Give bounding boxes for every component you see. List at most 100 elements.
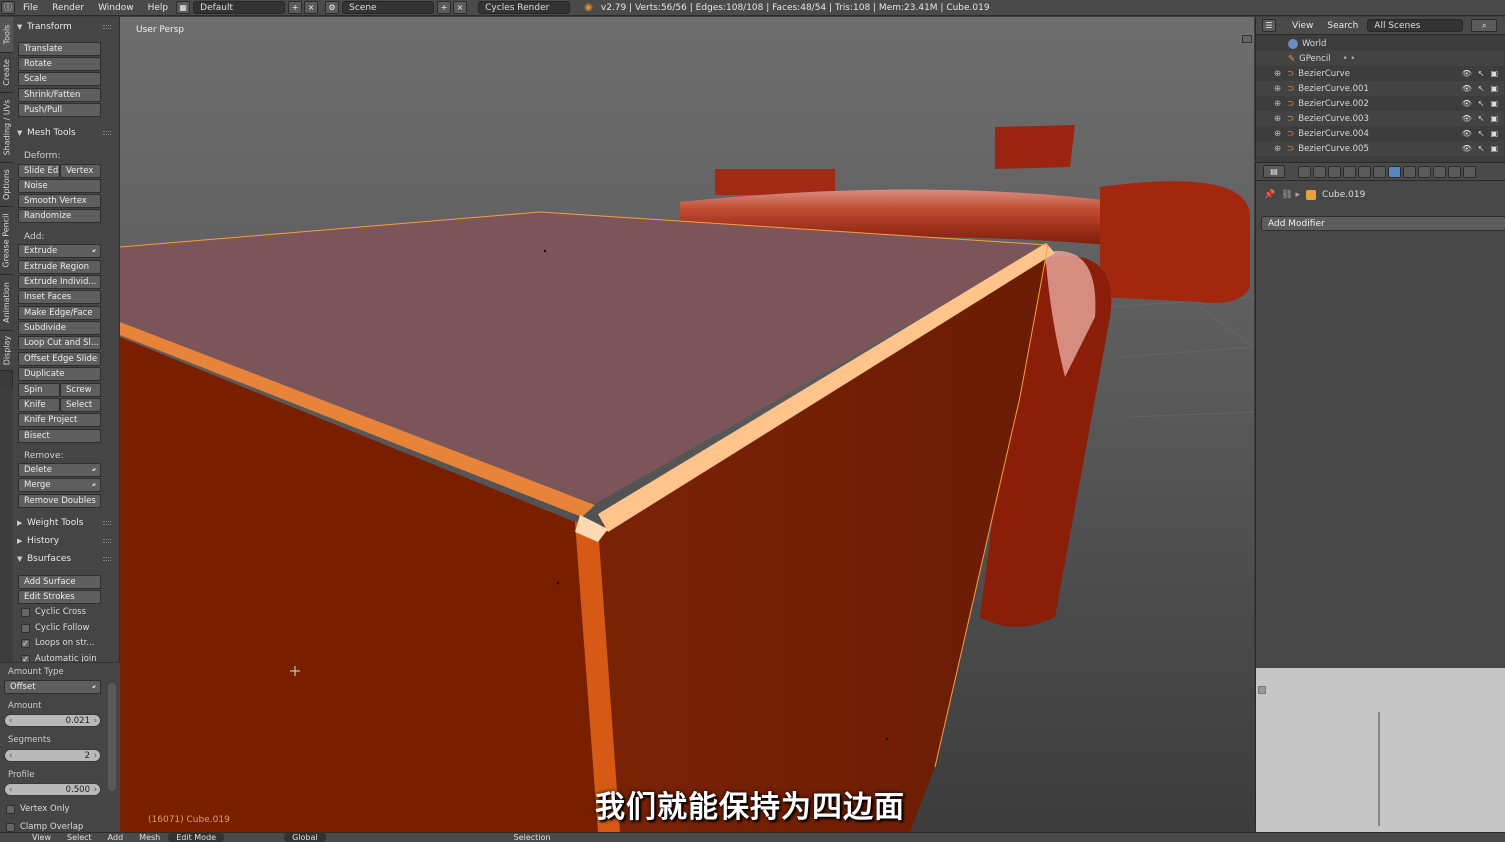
shrink-fatten-button[interactable]: Shrink/Fatten <box>18 88 101 102</box>
material-tab-icon[interactable] <box>1418 165 1431 178</box>
rotate-button[interactable]: Rotate <box>18 57 101 71</box>
outliner-item-beziercurve-001[interactable]: ⊕ ⊃ BezierCurve.001 👁 ↖ ▣ <box>1256 81 1504 96</box>
menu-help[interactable]: Help <box>141 3 176 13</box>
eye-icon[interactable]: 👁 <box>1462 99 1472 108</box>
translate-button[interactable]: Translate <box>18 42 101 56</box>
drag-grip-icon[interactable] <box>103 539 111 543</box>
screw-button[interactable]: Screw <box>60 383 101 397</box>
eye-icon[interactable]: 👁 <box>1462 84 1472 93</box>
screen-layout-icon[interactable]: ▦ <box>176 1 191 14</box>
particles-tab-icon[interactable] <box>1448 165 1461 178</box>
panel-mesh-tools-header[interactable]: ▼ Mesh Tools <box>17 126 113 140</box>
scale-button[interactable]: Scale <box>18 72 101 86</box>
operator-scrollbar[interactable] <box>108 683 116 791</box>
panel-weight-tools-header[interactable]: ▶ Weight Tools <box>17 516 113 530</box>
render-icon[interactable]: ▣ <box>1490 129 1498 138</box>
drag-grip-icon[interactable] <box>103 521 111 525</box>
extrude-region-button[interactable]: Extrude Region <box>18 260 101 274</box>
world-tab-icon[interactable] <box>1343 165 1356 178</box>
3d-viewport[interactable]: User Persp (16071) Cube.019 我们就能保持为四边面 <box>120 17 1254 832</box>
outliner-item-beziercurve-004[interactable]: ⊕ ⊃ BezierCurve.004 👁 ↖ ▣ <box>1256 126 1504 141</box>
delete-dropdown[interactable]: Delete <box>18 463 101 477</box>
outliner-item-world[interactable]: World <box>1256 36 1504 51</box>
expand-plus-icon[interactable]: ⊕ <box>1274 84 1281 94</box>
menu-render[interactable]: Render <box>45 3 91 13</box>
menu-view[interactable]: View <box>24 833 59 842</box>
cursor-icon[interactable]: ↖ <box>1478 114 1485 123</box>
smooth-vertex-button[interactable]: Smooth Vertex <box>18 194 101 208</box>
segments-field[interactable]: 2 <box>4 749 101 762</box>
amount-type-dropdown[interactable]: Offset <box>4 680 101 694</box>
duplicate-button[interactable]: Duplicate <box>18 367 101 381</box>
viewport-corner-widget-icon[interactable] <box>1242 35 1252 43</box>
drag-grip-icon[interactable] <box>103 557 111 561</box>
tab-create[interactable]: Create <box>0 53 13 93</box>
tab-shading-uvs[interactable]: Shading / UVs <box>0 93 13 163</box>
subdivide-button[interactable]: Subdivide <box>18 321 101 335</box>
menu-window[interactable]: Window <box>91 3 141 13</box>
scene-icon[interactable]: ⚙ <box>325 1 340 14</box>
menu-add[interactable]: Add <box>100 833 132 842</box>
cyclic-follow-checkbox[interactable]: Cyclic Follow <box>21 622 89 634</box>
inset-faces-button[interactable]: Inset Faces <box>18 290 101 304</box>
cursor-icon[interactable]: ↖ <box>1478 99 1485 108</box>
mode-selector[interactable]: Edit Mode <box>168 833 225 842</box>
modifiers-tab-icon[interactable] <box>1388 165 1401 178</box>
offset-edge-slide-button[interactable]: Offset Edge Slide <box>18 352 101 366</box>
push-pull-button[interactable]: Push/Pull <box>18 103 101 117</box>
spin-button[interactable]: Spin <box>18 383 60 397</box>
eye-icon[interactable]: 👁 <box>1462 129 1472 138</box>
cursor-icon[interactable]: ↖ <box>1478 144 1485 153</box>
profile-field[interactable]: 0.500 <box>4 783 101 796</box>
transform-orientation-selector[interactable]: Global <box>284 833 326 842</box>
menu-select[interactable]: Select <box>59 833 100 842</box>
drag-grip-icon[interactable] <box>103 25 111 29</box>
visibility-toggles[interactable]: 👁 ↖ ▣ <box>1462 129 1498 138</box>
merge-dropdown[interactable]: Merge <box>18 478 101 492</box>
search-icon[interactable]: ⌕ <box>1471 19 1498 32</box>
add-modifier-dropdown[interactable]: Add Modifier <box>1261 216 1505 231</box>
outliner-editor-icon[interactable]: ☰ <box>1262 19 1276 32</box>
slide-vertex-button[interactable]: Vertex <box>60 164 101 178</box>
physics-tab-icon[interactable] <box>1463 165 1476 178</box>
render-icon[interactable]: ▣ <box>1490 114 1498 123</box>
cursor-icon[interactable]: ↖ <box>1478 129 1485 138</box>
make-edge-face-button[interactable]: Make Edge/Face <box>18 306 101 320</box>
outliner-item-beziercurve-005[interactable]: ⊕ ⊃ BezierCurve.005 👁 ↖ ▣ <box>1256 141 1504 156</box>
render-icon[interactable]: ▣ <box>1490 144 1498 153</box>
render-engine-selector[interactable]: Cycles Render <box>478 1 571 14</box>
visibility-toggles[interactable]: 👁 ↖ ▣ <box>1462 69 1498 78</box>
visibility-toggles[interactable]: 👁 ↖ ▣ <box>1462 114 1498 123</box>
extrude-dropdown[interactable]: Extrude <box>18 244 101 258</box>
panel-bsurfaces-header[interactable]: ▼ Bsurfaces <box>17 552 113 566</box>
edit-strokes-button[interactable]: Edit Strokes <box>18 590 101 604</box>
data-tab-icon[interactable] <box>1403 165 1416 178</box>
render-icon[interactable]: ▣ <box>1490 99 1498 108</box>
knife-select-button[interactable]: Select <box>60 398 101 412</box>
expand-plus-icon[interactable]: ⊕ <box>1274 144 1281 154</box>
loop-cut-slide-button[interactable]: Loop Cut and Sl... <box>18 336 101 350</box>
visibility-toggles[interactable]: 👁 ↖ ▣ <box>1462 144 1498 153</box>
knife-project-button[interactable]: Knife Project <box>18 413 101 427</box>
panel-transform-header[interactable]: ▼ Transform <box>17 20 113 34</box>
outliner-view-menu[interactable]: View <box>1285 21 1320 31</box>
area-corner-widget-icon[interactable] <box>1258 686 1266 694</box>
render-layers-tab-icon[interactable] <box>1313 165 1326 178</box>
vertex-only-checkbox[interactable]: Vertex Only <box>6 803 70 815</box>
visibility-toggles[interactable]: 👁 ↖ ▣ <box>1462 84 1498 93</box>
expand-plus-icon[interactable]: ⊕ <box>1274 129 1281 139</box>
outliner-item-gpencil[interactable]: ✎ GPencil • • <box>1256 51 1504 66</box>
texture-tab-icon[interactable] <box>1433 165 1446 178</box>
add-scene-icon[interactable]: + <box>437 1 452 14</box>
expand-plus-icon[interactable]: ⊕ <box>1274 99 1281 109</box>
menu-file[interactable]: File <box>16 3 45 13</box>
render-icon[interactable]: ▣ <box>1490 84 1498 93</box>
add-layout-icon[interactable]: + <box>288 1 303 14</box>
scene-tab-icon[interactable] <box>1328 165 1341 178</box>
outliner-item-beziercurve[interactable]: ⊕ ⊃ BezierCurve 👁 ↖ ▣ <box>1256 66 1504 81</box>
editor-type-icon[interactable]: ⓘ <box>1 1 15 14</box>
expand-plus-icon[interactable]: ⊕ <box>1274 114 1281 124</box>
randomize-button[interactable]: Randomize <box>18 209 101 223</box>
outliner-item-beziercurve-003[interactable]: ⊕ ⊃ BezierCurve.003 👁 ↖ ▣ <box>1256 111 1504 126</box>
render-icon[interactable]: ▣ <box>1490 69 1498 78</box>
